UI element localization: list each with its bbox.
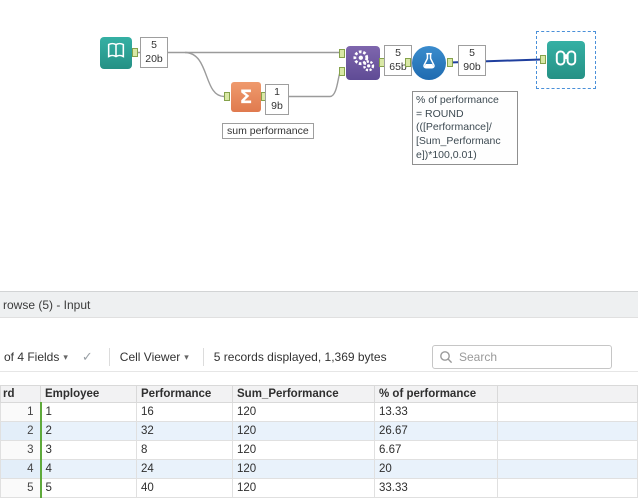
browse-input-anchor[interactable] — [540, 55, 546, 64]
table-row: 4 4 24 120 20 — [0, 459, 638, 479]
summarize-tool[interactable]: Σ — [231, 82, 261, 112]
gears-icon — [350, 48, 376, 79]
filler-cell — [497, 421, 638, 441]
column-header-pct-performance[interactable]: % of performance — [374, 385, 498, 403]
append-input-bottom-anchor[interactable] — [339, 67, 345, 76]
binoculars-icon — [553, 45, 579, 76]
employee-cell[interactable]: 5 — [39, 478, 137, 498]
column-header-filler — [497, 385, 638, 403]
table-row: 3 3 8 120 6.67 — [0, 440, 638, 460]
results-panel-header: rowse (5) - Input — [0, 291, 638, 318]
employee-cell[interactable]: 2 — [39, 421, 137, 441]
record-number-cell[interactable]: 5 — [0, 478, 41, 498]
performance-cell[interactable]: 16 — [136, 402, 233, 422]
records-info: 5 records displayed, 1,369 bytes — [213, 350, 387, 364]
workflow-canvas[interactable]: 5 20b Σ 1 9b sum performance 5 65b 5 90b… — [0, 0, 638, 291]
performance-cell[interactable]: 32 — [136, 421, 233, 441]
results-toolbar: of 4 Fields ▾ ✓ Cell Viewer ▾ 5 records … — [0, 343, 638, 372]
column-header-sum-performance[interactable]: Sum_Performance — [232, 385, 375, 403]
table-row: 2 2 32 120 26.67 — [0, 421, 638, 441]
results-grid: rd Employee Performance Sum_Performance … — [0, 385, 638, 498]
column-header-employee[interactable]: Employee — [40, 385, 137, 403]
search-input[interactable] — [432, 345, 612, 369]
employee-cell[interactable]: 3 — [39, 440, 137, 460]
table-row: 1 1 16 120 13.33 — [0, 402, 638, 422]
record-number-cell[interactable]: 1 — [0, 402, 41, 422]
sum-performance-cell[interactable]: 120 — [232, 478, 375, 498]
book-icon — [105, 40, 127, 67]
input-output-anchor[interactable] — [132, 48, 138, 57]
pct-performance-cell[interactable]: 6.67 — [374, 440, 498, 460]
flask-icon — [418, 50, 440, 77]
chevron-down-icon: ▾ — [63, 351, 68, 362]
input-data-tool[interactable] — [100, 37, 132, 69]
table-row: 5 5 40 120 33.33 — [0, 478, 638, 498]
check-icon[interactable]: ✓ — [74, 349, 101, 365]
results-panel-title: rowse (5) - Input — [3, 297, 91, 312]
fields-dropdown[interactable]: of 4 Fields ▾ — [2, 350, 74, 364]
column-header-record[interactable]: rd — [0, 385, 41, 403]
sum-performance-cell[interactable]: 120 — [232, 421, 375, 441]
table-header-row: rd Employee Performance Sum_Performance … — [0, 385, 638, 403]
column-header-performance[interactable]: Performance — [136, 385, 233, 403]
search-box — [432, 345, 612, 369]
toolbar-separator — [108, 348, 110, 366]
formula-input-anchor[interactable] — [405, 58, 411, 67]
toolbar-separator — [202, 348, 204, 366]
formula-output-anchor[interactable] — [447, 58, 453, 67]
formula-record-annotation: 5 90b — [458, 45, 486, 77]
pct-performance-cell[interactable]: 13.33 — [374, 402, 498, 422]
performance-cell[interactable]: 24 — [136, 459, 233, 479]
sigma-icon: Σ — [239, 85, 253, 108]
summarize-record-annotation: 1 9b — [265, 84, 289, 116]
input-record-annotation: 5 20b — [140, 37, 168, 69]
record-number-cell[interactable]: 4 — [0, 459, 41, 479]
filler-cell — [497, 440, 638, 460]
summarize-annotation-label: sum performance — [222, 123, 314, 139]
append-input-top-anchor[interactable] — [339, 49, 345, 58]
record-number-cell[interactable]: 2 — [0, 421, 41, 441]
sum-performance-cell[interactable]: 120 — [232, 459, 375, 479]
filler-cell — [497, 478, 638, 498]
summarize-input-anchor[interactable] — [224, 92, 230, 101]
alteryx-window: 5 20b Σ 1 9b sum performance 5 65b 5 90b… — [0, 0, 638, 499]
append-fields-tool[interactable] — [346, 46, 380, 80]
pct-performance-cell[interactable]: 20 — [374, 459, 498, 479]
chevron-down-icon: ▾ — [184, 351, 189, 362]
pct-performance-cell[interactable]: 26.67 — [374, 421, 498, 441]
employee-cell[interactable]: 4 — [39, 459, 137, 479]
cell-viewer-dropdown[interactable]: Cell Viewer ▾ — [118, 350, 195, 364]
record-number-cell[interactable]: 3 — [0, 440, 41, 460]
sum-performance-cell[interactable]: 120 — [232, 440, 375, 460]
results-panel: rowse (5) - Input of 4 Fields ▾ ✓ Cell V… — [0, 291, 638, 499]
employee-cell[interactable]: 1 — [39, 402, 137, 422]
filler-cell — [497, 402, 638, 422]
pct-performance-cell[interactable]: 33.33 — [374, 478, 498, 498]
formula-annotation-comment: % of performance = ROUND (([Performance]… — [412, 91, 518, 166]
browse-tool[interactable] — [547, 41, 585, 79]
filler-cell — [497, 459, 638, 479]
performance-cell[interactable]: 8 — [136, 440, 233, 460]
sum-performance-cell[interactable]: 120 — [232, 402, 375, 422]
formula-tool[interactable] — [412, 46, 446, 80]
performance-cell[interactable]: 40 — [136, 478, 233, 498]
search-icon — [439, 350, 453, 367]
